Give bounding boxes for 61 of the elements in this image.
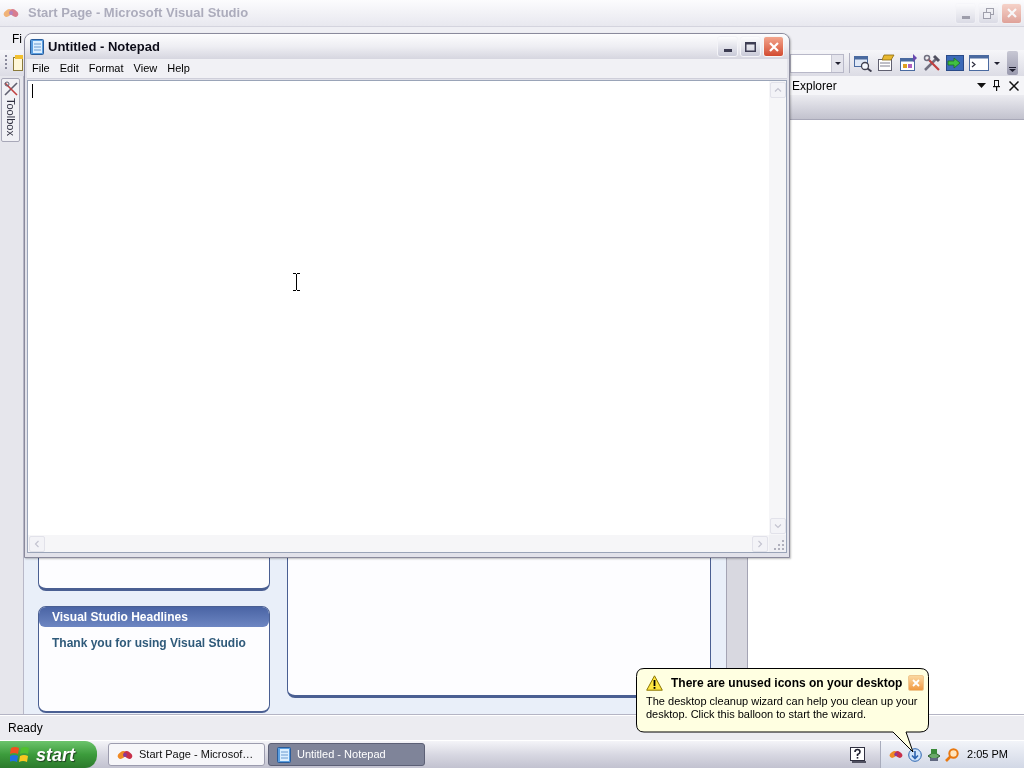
restore-icon xyxy=(983,7,994,19)
notepad-icon xyxy=(30,38,44,55)
logo-icon xyxy=(889,749,903,760)
tools-icon[interactable] xyxy=(923,54,941,72)
start-button[interactable]: start xyxy=(0,741,97,768)
notification-balloon[interactable]: There are unused icons on your desktop The desktop cleanup wizard can help you clean up your desktop. Click this balloon to start the wizard. xyxy=(636,668,929,753)
clock[interactable]: 2:05 PM xyxy=(967,746,1008,763)
caret-icon[interactable] xyxy=(977,83,986,88)
menu-item[interactable]: File xyxy=(27,60,55,77)
console-icon[interactable] xyxy=(969,55,989,71)
arrow-icon[interactable] xyxy=(946,54,964,72)
window-icon[interactable] xyxy=(900,54,918,72)
close-icon xyxy=(912,679,920,687)
taskbar-button[interactable]: Untitled - Notepad xyxy=(268,743,425,766)
pin-icon[interactable] xyxy=(993,80,1000,91)
toolbar-overflow-button[interactable] xyxy=(1007,51,1018,75)
text-area-field[interactable] xyxy=(28,81,769,535)
maximize-button[interactable] xyxy=(740,36,761,57)
arrow-circle-icon[interactable] xyxy=(908,747,922,762)
menu-item[interactable]: Format xyxy=(83,60,129,77)
caret-icon xyxy=(834,61,841,65)
balloon-text: The desktop cleanup wizard can help you clean up your desktop. Click this balloon to start the wizard. xyxy=(646,695,919,721)
caret-icon[interactable] xyxy=(994,61,1000,65)
headline-text[interactable]: Thank you for using Visual Studio xyxy=(39,634,269,652)
panel-header: Visual Studio Headlines xyxy=(39,607,269,627)
minimize-icon xyxy=(723,49,732,52)
toolbox-tab[interactable]: Toolbox xyxy=(1,78,20,142)
warning-icon xyxy=(646,675,663,691)
chevron-icon xyxy=(1009,67,1016,72)
minimize-icon xyxy=(961,15,970,19)
minimize-button[interactable] xyxy=(717,36,738,57)
search-icon[interactable] xyxy=(854,54,872,72)
notepad-icon xyxy=(277,746,291,763)
text-cursor-icon xyxy=(293,273,300,291)
menu-item[interactable]: View xyxy=(128,60,163,77)
menu-item[interactable]: Edit xyxy=(54,60,84,77)
status-text: Ready xyxy=(8,720,43,737)
help-icon[interactable] xyxy=(850,746,866,763)
panel-title: Explorer xyxy=(792,77,837,95)
menu-item[interactable]: Help xyxy=(162,60,195,77)
size-grip-icon[interactable] xyxy=(769,535,786,552)
close-icon[interactable] xyxy=(1009,80,1019,91)
window-title: Start Page - Microsoft Visual Studio xyxy=(28,4,249,23)
logo-icon xyxy=(3,7,19,19)
logo-icon xyxy=(117,748,133,761)
document-icon[interactable] xyxy=(13,55,23,71)
balloon-title: There are unused icons on your desktop xyxy=(671,675,903,692)
device-icon[interactable] xyxy=(927,747,941,762)
dropdown-button[interactable] xyxy=(831,54,843,72)
menu-item[interactable]: Fi xyxy=(10,29,24,48)
taskbar-button[interactable]: Start Page - Microsof… xyxy=(108,743,265,766)
text-caret-icon xyxy=(32,84,33,98)
window-title: Untitled - Notepad xyxy=(48,37,160,56)
close-icon xyxy=(1006,8,1017,18)
close-icon xyxy=(768,41,779,52)
document-icon[interactable] xyxy=(877,54,895,72)
maximize-icon xyxy=(745,41,756,52)
close-button[interactable] xyxy=(908,675,924,691)
tools-icon xyxy=(3,81,18,96)
flag-icon xyxy=(10,745,30,764)
magnifier-icon[interactable] xyxy=(945,747,959,762)
